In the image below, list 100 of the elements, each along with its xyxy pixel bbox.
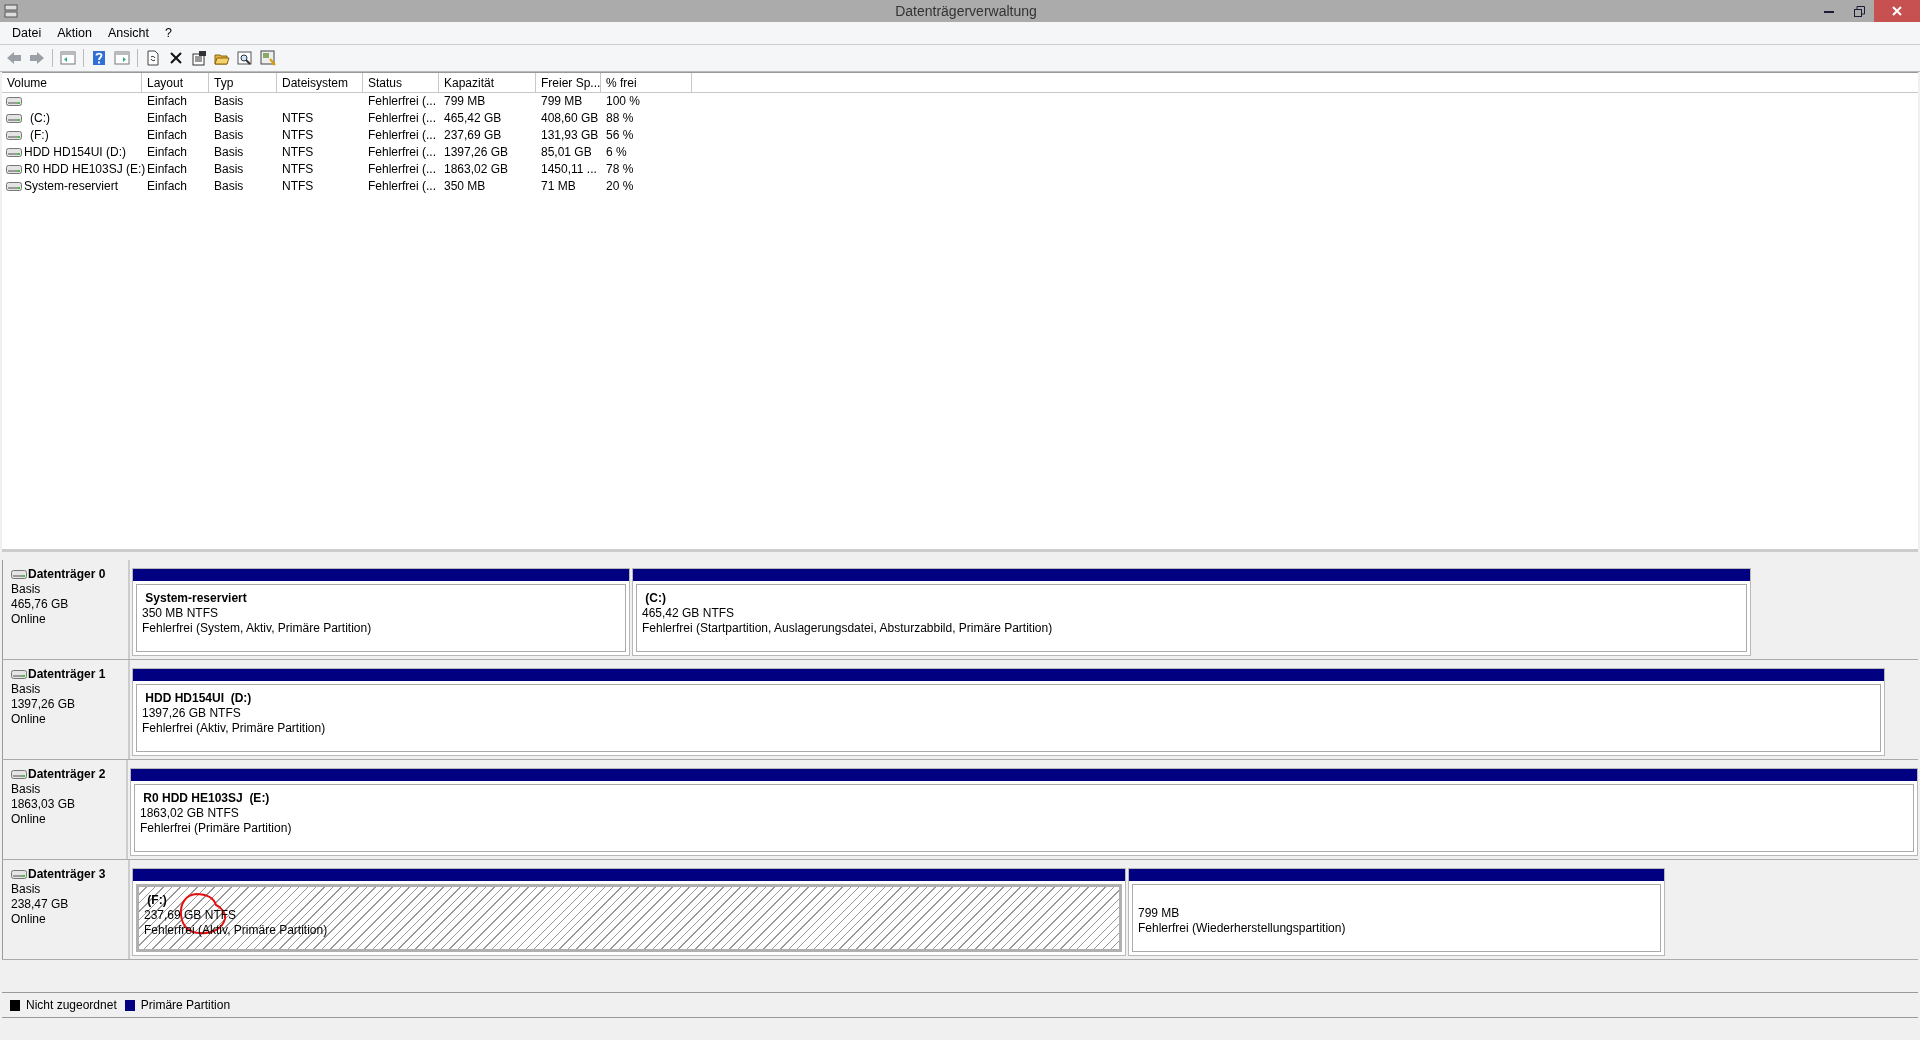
partition-block[interactable]: HDD HD154UI (D:) 1397,26 GB NTFS Fehlerfrei (Aktiv, Primäre Partition) (132, 668, 1885, 756)
table-cell: (F:) (30, 128, 49, 143)
panel-icon[interactable] (114, 50, 130, 66)
table-cell-text: 6 % (605, 144, 628, 161)
disk-status: Online (11, 712, 46, 727)
column-header[interactable]: Status (363, 73, 439, 93)
table-cell-text: Einfach (146, 93, 189, 110)
partition-block[interactable]: System-reserviert 350 MB NTFS Fehlerfrei (System, Aktiv, Primäre Partition) (132, 568, 630, 656)
table-cell-text: 1397,26 GB (443, 144, 510, 161)
disk-info-panel[interactable]: Datenträger 1 Basis 1397,26 GB Online (2, 660, 130, 759)
table-cell-text: Einfach (146, 144, 189, 161)
partition-label: (F:) (146, 893, 167, 908)
column-header[interactable]: Layout (142, 73, 209, 93)
table-cell-text: Basis (213, 161, 245, 178)
disk-type: Basis (11, 782, 41, 797)
table-cell-text: 131,93 GB (540, 127, 600, 144)
table-cell-text: Einfach (146, 110, 189, 127)
partition-size: 1863,02 GB NTFS (140, 806, 239, 821)
disk-info-panel[interactable]: Datenträger 3 Basis 238,47 GB Online (2, 860, 130, 959)
close-button[interactable] (1874, 0, 1920, 22)
table-cell-text: 20 % (605, 178, 635, 195)
disk-name: Datenträger 2 (28, 767, 106, 782)
legend-label: Nicht zugeordnet (26, 998, 117, 1012)
drive-icon (11, 770, 27, 779)
back-arrow-icon[interactable] (6, 50, 22, 66)
table-cell-text: 237,69 GB (443, 127, 503, 144)
partition-block[interactable]: 799 MB Fehlerfrei (Wiederherstellungspartition) (1128, 868, 1665, 956)
drive-icon (6, 182, 22, 191)
partition-block[interactable]: R0 HDD HE103SJ (E:) 1863,02 GB NTFS Fehlerfrei (Primäre Partition) (130, 768, 1918, 856)
partition-block[interactable]: (C:) 465,42 GB NTFS Fehlerfrei (Startpartition, Auslagerungsdatei, Absturzabbild, Primäre Partition) (632, 568, 1751, 656)
close-icon (1892, 6, 1902, 16)
refresh-document-icon[interactable] (145, 50, 161, 66)
table-cell-text: 465,42 GB (443, 110, 503, 127)
partition-status: Fehlerfrei (Startpartition, Auslagerungsdatei, Absturzabbild, Primäre Partition) (642, 621, 1053, 636)
column-header[interactable]: Volume (2, 73, 142, 93)
table-cell-text: NTFS (281, 144, 315, 161)
table-cell-text: 78 % (605, 161, 635, 178)
disk-name: Datenträger 0 (28, 567, 106, 582)
partition-size: 465,42 GB NTFS (642, 606, 735, 621)
table-cell-text: 799 MB (540, 93, 584, 110)
disk-type: Basis (11, 682, 41, 697)
disk-info-panel[interactable]: Datenträger 2 Basis 1863,03 GB Online (2, 760, 128, 859)
drive-icon (11, 670, 27, 679)
table-cell-text: Fehlerfrei (... (367, 144, 437, 161)
menu-item[interactable]: Ansicht (99, 26, 157, 40)
delete-icon[interactable] (168, 50, 184, 66)
column-header[interactable]: % frei (601, 73, 692, 93)
partition-status: Fehlerfrei (Aktiv, Primäre Partition) (142, 721, 326, 736)
partition-status: Fehlerfrei (Wiederherstellungspartition) (1138, 921, 1346, 936)
disk-size: 1863,03 GB (11, 797, 76, 812)
table-cell-text: 71 MB (540, 178, 577, 195)
table-cell-text: NTFS (281, 127, 315, 144)
table-cell: R0 HDD HE103SJ (E:) (24, 162, 146, 177)
table-cell-text: Fehlerfrei (... (367, 178, 437, 195)
drive-icon (6, 97, 22, 106)
table-cell: HDD HD154UI (D:) (24, 145, 126, 160)
drive-icon (6, 131, 22, 140)
disk-status: Online (11, 812, 46, 827)
menu-item[interactable]: Aktion (49, 26, 100, 40)
column-header[interactable]: Typ (209, 73, 277, 93)
partition-status: Fehlerfrei (System, Aktiv, Primäre Partition) (142, 621, 372, 636)
disk-name: Datenträger 3 (28, 867, 106, 882)
table-cell-text: Basis (213, 127, 245, 144)
partition-label: System-reserviert (142, 591, 247, 606)
drive-icon (6, 165, 22, 174)
menu-item[interactable]: ? (156, 26, 180, 40)
drive-icon (11, 870, 27, 879)
disk-status: Online (11, 912, 46, 927)
table-cell-text: Basis (213, 93, 245, 110)
forward-arrow-icon[interactable] (29, 50, 45, 66)
window-title: Datenträgerverwaltung (894, 3, 1038, 19)
table-cell-text: Fehlerfrei (... (367, 110, 437, 127)
drive-icon (6, 114, 22, 123)
table-cell-text: 100 % (605, 93, 642, 110)
table-cell-text: 799 MB (443, 93, 487, 110)
table-cell-text: 56 % (605, 127, 635, 144)
disk-size: 465,76 GB (11, 597, 69, 612)
disk-type: Basis (11, 882, 41, 897)
table-cell-text: Basis (213, 144, 245, 161)
table-cell-text: Basis (213, 110, 245, 127)
disk-info-panel[interactable]: Datenträger 0 Basis 465,76 GB Online (2, 560, 130, 659)
table-cell-text: Basis (213, 178, 245, 195)
menu-item[interactable]: Datei (4, 26, 50, 40)
table-cell-text: Fehlerfrei (... (367, 93, 437, 110)
drive-icon (6, 148, 22, 157)
disk-type: Basis (11, 582, 41, 597)
table-cell-text: 85,01 GB (540, 144, 593, 161)
disk-size: 1397,26 GB (11, 697, 76, 712)
wizard-icon[interactable] (260, 50, 276, 66)
table-cell-text: 408,60 GB (540, 110, 600, 127)
column-header[interactable]: Dateisystem (277, 73, 363, 93)
column-header[interactable]: Kapazität (439, 73, 536, 93)
table-cell-text: 88 % (605, 110, 635, 127)
column-header[interactable]: Freier Sp... (536, 73, 601, 93)
help-icon[interactable] (91, 50, 107, 66)
properties-icon[interactable] (191, 50, 207, 66)
table-cell-text: 1450,11 ... (540, 161, 598, 178)
magnifier-icon[interactable] (237, 50, 253, 66)
partition-label: (C:) (642, 591, 666, 606)
panel-icon[interactable] (60, 50, 76, 66)
